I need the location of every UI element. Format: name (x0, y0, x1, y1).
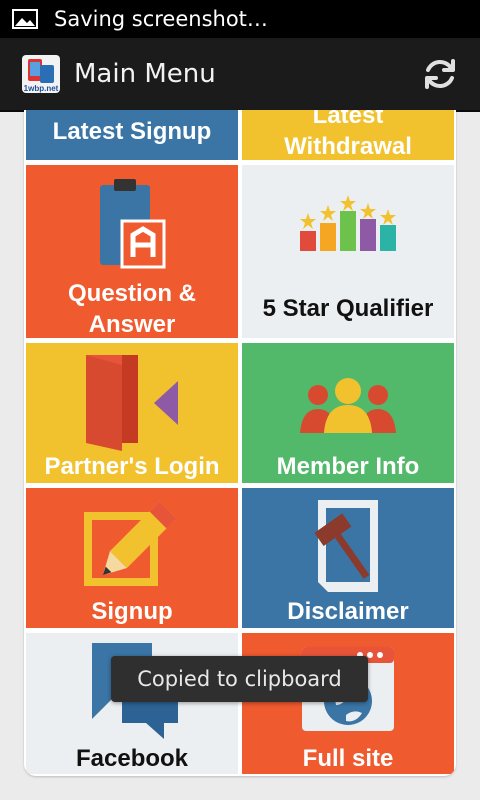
tile-facebook[interactable]: Facebook (26, 633, 238, 774)
tile-label: Question & Answer (67, 280, 196, 338)
tile-partners-login[interactable]: Partner's Login (26, 343, 238, 483)
tile-disclaimer[interactable]: Disclaimer (242, 488, 454, 628)
toast-message: Copied to clipboard (111, 656, 368, 702)
tile-question-answer[interactable]: Question & Answer (26, 165, 238, 338)
toast-text: Copied to clipboard (137, 667, 342, 691)
members-icon (300, 378, 396, 433)
tile-label: Full site (302, 745, 394, 772)
tile-latest-signup[interactable]: Latest Signup (26, 110, 238, 160)
tile-label: Disclaimer (287, 598, 409, 625)
pencil-icon (84, 501, 177, 586)
status-notification-text: Saving screenshot… (54, 7, 268, 31)
svg-text:1wbp.net: 1wbp.net (24, 84, 59, 93)
page-title: Main Menu (74, 59, 216, 89)
clipboard-icon (100, 179, 166, 269)
tile-label: Partner's Login (44, 453, 220, 480)
tile-signup[interactable]: Signup (26, 488, 238, 628)
tile-label: Latest Signup (52, 118, 212, 145)
app-logo-icon[interactable]: 1wbp.net (20, 53, 62, 95)
door-login-icon (86, 355, 178, 451)
action-bar: 1wbp.net Main Menu (0, 38, 480, 112)
tile-label: Member Info (276, 453, 420, 480)
star-bars-icon (300, 195, 396, 251)
tile-label: Latest Withdrawal (284, 110, 412, 160)
tile-member-info[interactable]: Member Info (242, 343, 454, 483)
gavel-document-icon (314, 500, 378, 592)
image-icon (12, 9, 38, 29)
tile-label: Facebook (75, 745, 189, 772)
tile-label: Signup (91, 598, 173, 625)
refresh-icon[interactable] (420, 54, 460, 94)
status-bar: Saving screenshot… (0, 0, 480, 38)
tile-label: 5 Star Qualifier (262, 295, 434, 322)
tile-latest-withdrawal[interactable]: Latest Withdrawal (242, 110, 454, 160)
tile-5-star-qualifier[interactable]: 5 Star Qualifier (242, 165, 454, 338)
tile-full-site[interactable]: Full site (242, 633, 454, 774)
